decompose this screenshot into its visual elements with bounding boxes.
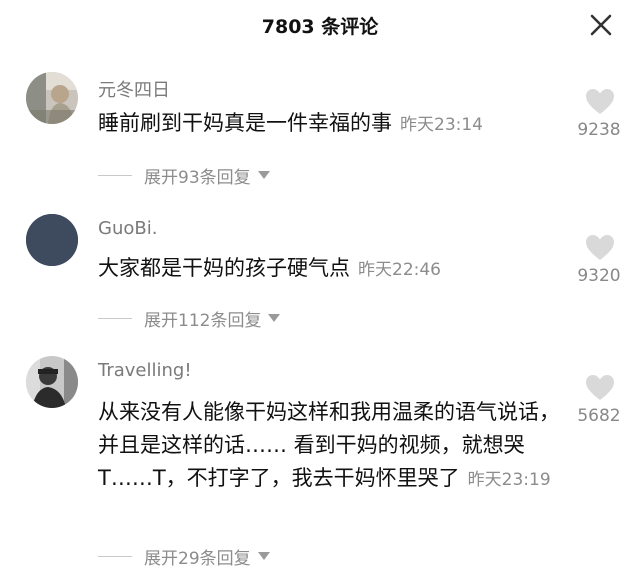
caret-down-icon	[257, 171, 270, 179]
like-count: 9238	[577, 120, 621, 140]
comment-username[interactable]: Travelling!	[98, 360, 192, 381]
comment-item: 元冬四日 睡前刷到干妈真是一件幸福的事 昨天23:14 9238 展开93条回复	[0, 72, 640, 192]
expand-replies-label: 展开112条回复	[144, 310, 262, 331]
comment-username[interactable]: 元冬四日	[98, 76, 170, 102]
comment-item: GuoBi. 大家都是干妈的孩子硬气点 昨天22:46 9320 展开112条回复	[0, 214, 640, 334]
like-button[interactable]: 5682	[568, 366, 628, 426]
comment-count-title: 7803 条评论	[261, 16, 379, 38]
avatar[interactable]	[26, 72, 78, 124]
comment-time: 昨天23:14	[400, 115, 483, 135]
comment-body: 睡前刷到干妈真是一件幸福的事	[98, 111, 392, 135]
divider-line	[98, 317, 132, 319]
expand-replies-button[interactable]: 展开93条回复	[98, 163, 270, 188]
expand-replies-button[interactable]: 展开29条回复	[98, 544, 270, 569]
comment-time: 昨天23:19	[467, 470, 551, 490]
comments-header: 7803 条评论	[0, 0, 640, 52]
like-count: 5682	[577, 406, 621, 426]
expand-replies-label: 展开93条回复	[144, 167, 251, 188]
caret-down-icon	[257, 552, 270, 560]
heart-icon	[586, 235, 614, 260]
like-button[interactable]: 9320	[568, 226, 628, 286]
comment-text: 睡前刷到干妈真是一件幸福的事 昨天23:14	[98, 107, 558, 142]
expand-replies-label: 展开29条回复	[144, 548, 251, 569]
avatar-image	[26, 356, 78, 408]
heart-icon	[586, 375, 614, 400]
comment-text: 大家都是干妈的孩子硬气点 昨天22:46	[98, 252, 558, 287]
comment-item: Travelling! 从来没有人能像干妈这样和我用温柔的语气说话，并且是这样的…	[0, 356, 640, 581]
comment-username[interactable]: GuoBi.	[98, 218, 157, 239]
close-button[interactable]	[586, 10, 616, 40]
avatar[interactable]	[26, 356, 78, 408]
avatar[interactable]	[26, 214, 78, 266]
heart-icon	[586, 89, 614, 114]
divider-line	[98, 174, 132, 176]
comment-time: 昨天22:46	[358, 260, 441, 280]
like-count: 9320	[577, 266, 621, 286]
expand-replies-button[interactable]: 展开112条回复	[98, 306, 281, 331]
divider-line	[98, 555, 132, 557]
caret-down-icon	[268, 314, 281, 322]
comment-text: 从来没有人能像干妈这样和我用温柔的语气说话，并且是这样的话…… 看到干妈的视频，…	[98, 396, 562, 497]
avatar-image	[26, 72, 78, 124]
like-button[interactable]: 9238	[568, 80, 628, 140]
comment-body: 大家都是干妈的孩子硬气点	[98, 256, 350, 280]
close-icon	[590, 14, 612, 36]
avatar-image	[26, 214, 78, 266]
